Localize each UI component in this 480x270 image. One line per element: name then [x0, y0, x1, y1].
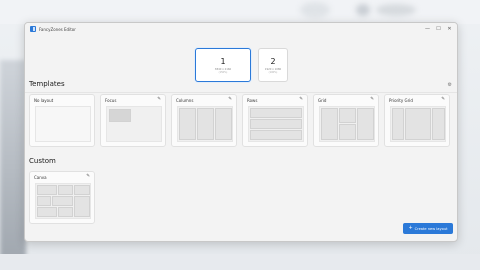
zone [392, 108, 404, 140]
plus-icon: + [408, 225, 413, 231]
title-bar: FancyZones Editor — ☐ ✕ [25, 23, 457, 35]
zone [109, 109, 131, 122]
monitor-1[interactable]: 1 3840 x 2160 (150%) [195, 48, 251, 82]
zone [357, 108, 374, 140]
zone [37, 207, 57, 217]
layout-preview [319, 106, 375, 142]
zone [250, 108, 302, 118]
card-label: Focus [105, 98, 117, 103]
template-card-no-layout[interactable]: No layout [29, 94, 95, 147]
minimize-button[interactable]: — [422, 23, 433, 35]
background-sidebar [0, 60, 26, 270]
zone [250, 130, 302, 140]
zone [74, 196, 90, 217]
layout-preview [177, 106, 233, 142]
templates-list: No layout Focus ✎ Columns ✎ Rows ✎ Grid … [29, 94, 450, 147]
zone [37, 185, 57, 195]
layout-preview [106, 106, 162, 142]
window-title: FancyZones Editor [39, 26, 76, 32]
zone [432, 108, 445, 140]
monitor-number: 1 [220, 56, 226, 66]
monitor-2[interactable]: 2 1920 x 1080 (100%) [258, 48, 288, 82]
zone [37, 196, 51, 206]
template-card-rows[interactable]: Rows ✎ [242, 94, 308, 147]
card-label: Columns [176, 98, 194, 103]
card-label: No layout [34, 98, 54, 103]
pencil-icon[interactable]: ✎ [441, 97, 445, 102]
card-label: Canva [34, 175, 47, 180]
gear-icon[interactable]: ⚙ [448, 82, 452, 88]
template-card-priority-grid[interactable]: Priority Grid ✎ [384, 94, 450, 147]
zone [52, 196, 73, 206]
monitor-selector: 1 3840 x 2160 (150%) 2 1920 x 1080 (100%… [25, 35, 457, 93]
template-card-focus[interactable]: Focus ✎ [100, 94, 166, 147]
background-blob [376, 4, 416, 16]
zone [250, 119, 302, 129]
template-card-grid[interactable]: Grid ✎ [313, 94, 379, 147]
zone [74, 185, 90, 195]
close-button[interactable]: ✕ [444, 23, 455, 35]
pencil-icon[interactable]: ✎ [228, 97, 232, 102]
zone [339, 124, 356, 140]
monitor-number: 2 [270, 56, 276, 66]
pencil-icon[interactable]: ✎ [299, 97, 303, 102]
zone [405, 108, 431, 140]
zone [58, 207, 73, 217]
app-icon [30, 26, 36, 32]
card-label: Rows [247, 98, 258, 103]
template-card-columns[interactable]: Columns ✎ [171, 94, 237, 147]
pencil-icon[interactable]: ✎ [157, 97, 161, 102]
zone [215, 108, 232, 140]
layout-preview [390, 106, 446, 142]
card-label: Priority Grid [389, 98, 413, 103]
background-bottom-bar [0, 254, 480, 270]
pencil-icon[interactable]: ✎ [370, 97, 374, 102]
zone [58, 185, 73, 195]
create-button-label: Create new layout [414, 226, 448, 231]
window-controls: — ☐ ✕ [422, 23, 455, 35]
editor-window: FancyZones Editor — ☐ ✕ 1 3840 x 2160 (1… [24, 22, 458, 242]
custom-list: Canva ✎ [29, 171, 95, 224]
create-new-layout-button[interactable]: + Create new layout [403, 223, 453, 234]
card-label: Grid [318, 98, 327, 103]
layout-preview [248, 106, 304, 142]
monitor-scale: (100%) [268, 70, 278, 74]
custom-heading: Custom [29, 157, 56, 165]
monitor-scale: (150%) [218, 70, 228, 74]
layout-preview [35, 106, 91, 142]
background-blob [356, 4, 370, 16]
zone [339, 108, 356, 123]
custom-layout-card[interactable]: Canva ✎ [29, 171, 95, 224]
background-blob [300, 2, 330, 18]
pencil-icon[interactable]: ✎ [86, 174, 90, 179]
templates-heading: Templates [29, 80, 65, 88]
zone [197, 108, 214, 140]
zone [179, 108, 196, 140]
maximize-button[interactable]: ☐ [433, 23, 444, 35]
layout-preview [35, 183, 91, 219]
zone [321, 108, 338, 140]
